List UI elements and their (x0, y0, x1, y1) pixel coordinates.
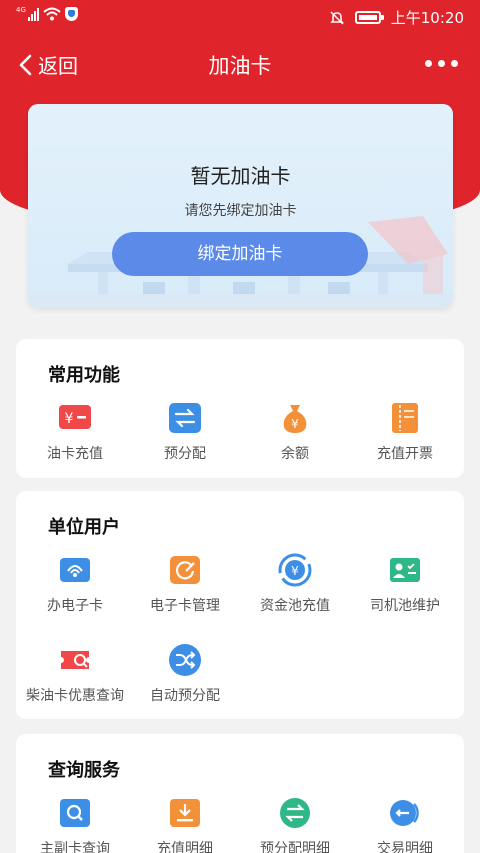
common-functions-section: 常用功能 ¥ 油卡充值 预分配 ¥ 余额 充值开票 (16, 339, 464, 478)
driver-pool-maintenance-item[interactable]: 司机池维护 (350, 553, 460, 615)
driver-pool-icon (388, 553, 422, 587)
card-search-icon (58, 796, 92, 830)
pre-allocation-detail-item[interactable]: 预分配明细 (240, 796, 350, 853)
section-title: 单位用户 (48, 517, 120, 538)
recharge-invoice-item[interactable]: 充值开票 (350, 401, 460, 463)
fuel-card-recharge-item[interactable]: ¥ 油卡充值 (20, 401, 130, 463)
more-dot-icon (451, 60, 458, 67)
nav-bar: 返回 加油卡 (0, 40, 480, 88)
page-title: 加油卡 (208, 54, 272, 78)
item-label: 充值明细 (157, 841, 213, 853)
signal-icon (27, 7, 39, 21)
fund-pool-recharge-item[interactable]: ¥ 资金池充值 (240, 553, 350, 615)
main-sub-card-query-item[interactable]: 主副卡查询 (20, 796, 130, 853)
more-dot-icon (425, 60, 432, 67)
item-label: 主副卡查询 (40, 841, 110, 853)
status-bar: 4G 上午10:20 (0, 0, 480, 34)
item-label: 充值开票 (377, 446, 433, 462)
item-label: 余额 (281, 446, 309, 462)
svg-text:¥: ¥ (291, 417, 299, 431)
item-label: 交易明细 (377, 841, 433, 853)
item-label: 预分配 (164, 446, 206, 462)
pre-allocation-item[interactable]: 预分配 (130, 401, 240, 463)
transaction-detail-item[interactable]: 交易明细 (350, 796, 460, 853)
svg-text:¥: ¥ (291, 564, 299, 578)
section-title: 常用功能 (48, 365, 120, 386)
status-time: 上午10:20 (390, 9, 464, 27)
auto-pre-allocation-item[interactable]: 自动预分配 (130, 643, 240, 705)
item-label: 司机池维护 (370, 598, 440, 614)
item-label: 油卡充值 (47, 446, 103, 462)
exchange-icon (168, 401, 202, 435)
invoice-icon (388, 401, 422, 435)
item-label: 电子卡管理 (150, 598, 220, 614)
fund-pool-icon: ¥ (278, 553, 312, 587)
balance-item[interactable]: ¥ 余额 (240, 401, 350, 463)
item-label: 资金池充值 (260, 598, 330, 614)
enterprise-users-section: 单位用户 办电子卡 电子卡管理 ¥ 资金池充值 司机池维护 柴油卡优惠查询 自动… (16, 491, 464, 719)
empty-subtitle: 请您先绑定加油卡 (184, 203, 297, 219)
section-title: 查询服务 (48, 760, 120, 781)
recharge-detail-icon (168, 796, 202, 830)
item-label: 柴油卡优惠查询 (26, 688, 124, 704)
fuel-card-recharge-icon: ¥ (58, 401, 92, 435)
item-label: 办电子卡 (47, 598, 103, 614)
bind-card-button[interactable]: 绑定加油卡 (112, 232, 368, 276)
diesel-discount-icon (58, 643, 92, 677)
empty-title: 暂无加油卡 (190, 164, 291, 188)
no-card-panel: 暂无加油卡 请您先绑定加油卡 绑定加油卡 (28, 104, 453, 308)
transaction-detail-icon (388, 796, 422, 830)
svg-text:¥: ¥ (65, 411, 74, 427)
money-bag-icon: ¥ (278, 401, 312, 435)
more-dot-icon (438, 60, 445, 67)
e-card-icon (58, 553, 92, 587)
apply-e-card-item[interactable]: 办电子卡 (20, 553, 130, 615)
more-menu-button[interactable] (425, 60, 458, 67)
battery-icon (354, 11, 384, 24)
diesel-card-discount-item[interactable]: 柴油卡优惠查询 (20, 643, 130, 705)
wifi-icon (43, 7, 61, 21)
e-card-management-item[interactable]: 电子卡管理 (130, 553, 240, 615)
query-services-section: 查询服务 主副卡查询 充值明细 预分配明细 交易明细 (16, 734, 464, 853)
card-manage-icon (168, 553, 202, 587)
item-label: 自动预分配 (150, 688, 220, 704)
network-type: 4G (16, 6, 26, 14)
recharge-detail-item[interactable]: 充值明细 (130, 796, 240, 853)
security-shield-icon (64, 7, 78, 21)
item-label: 预分配明细 (260, 841, 330, 853)
mute-bell-icon (329, 10, 344, 25)
shuffle-icon (168, 643, 202, 677)
allocation-detail-icon (278, 796, 312, 830)
